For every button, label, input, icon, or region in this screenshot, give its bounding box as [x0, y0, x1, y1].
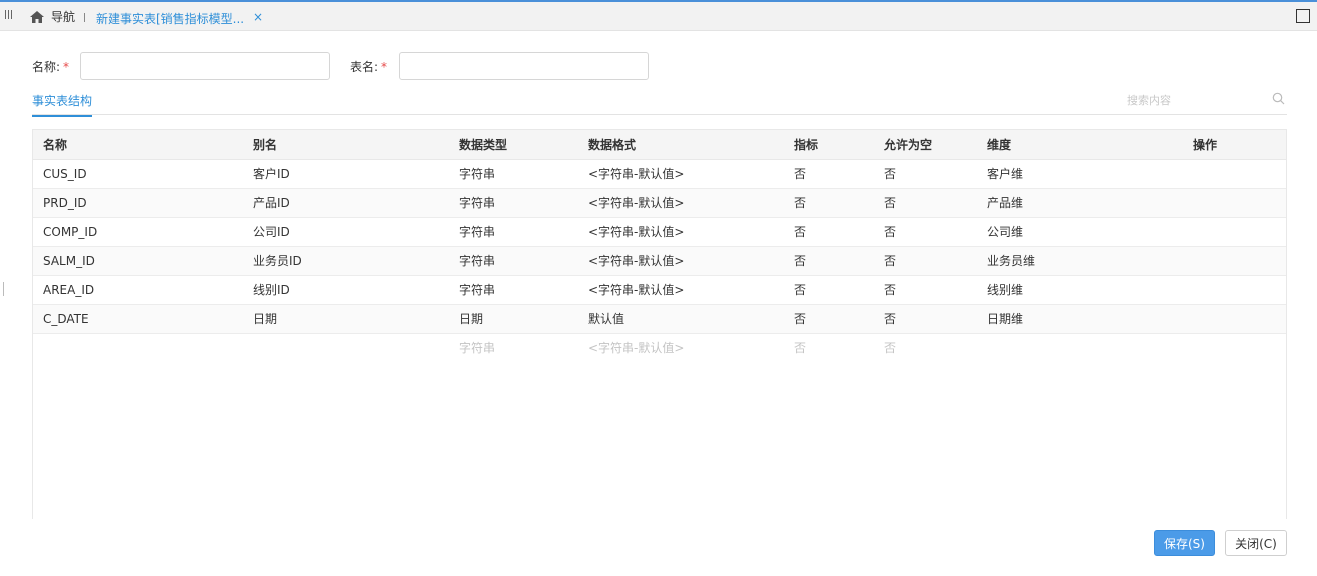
table-name-field[interactable]	[399, 52, 649, 80]
cell-data-type[interactable]: 字符串	[449, 246, 578, 276]
cell-alias[interactable]: 线别ID	[243, 275, 449, 305]
cell-name[interactable]: AREA_ID	[33, 275, 243, 305]
cell-nullable[interactable]: 否	[874, 246, 977, 276]
cell-data-format[interactable]: <字符串-默认值>	[578, 159, 784, 189]
cell-actions[interactable]	[1183, 333, 1286, 362]
table-row[interactable]: CUS_ID 客户ID 字符串 <字符串-默认值> 否 否 客户维	[33, 159, 1286, 189]
cell-nullable[interactable]: 否	[874, 275, 977, 305]
cell-alias[interactable]: 产品ID	[243, 188, 449, 218]
cell-data-type[interactable]: 字符串	[449, 217, 578, 247]
cell-name[interactable]: CUS_ID	[33, 159, 243, 189]
search-box	[1127, 90, 1287, 110]
tabs-row: 事实表结构	[32, 90, 1287, 117]
cell-actions[interactable]	[1183, 188, 1286, 218]
cell-actions[interactable]	[1183, 217, 1286, 247]
menu-icon[interactable]	[5, 10, 15, 22]
column-header: 维度	[977, 130, 1183, 160]
cell-indicator[interactable]: 否	[784, 275, 874, 305]
required-mark: *	[63, 60, 70, 74]
tab-fact-table-structure[interactable]: 事实表结构	[32, 92, 93, 117]
cell-nullable[interactable]: 否	[874, 304, 977, 334]
table-row[interactable]: SALM_ID 业务员ID 字符串 <字符串-默认值> 否 否 业务员维	[33, 246, 1286, 276]
cell-dimension[interactable]: 公司维	[977, 217, 1183, 247]
tab-separator	[84, 13, 85, 22]
column-header: 名称	[33, 130, 243, 160]
search-icon[interactable]	[1272, 92, 1285, 105]
close-button[interactable]: 关闭(C)	[1225, 530, 1287, 556]
cell-name[interactable]: PRD_ID	[33, 188, 243, 218]
cell-name[interactable]: C_DATE	[33, 304, 243, 334]
cell-alias[interactable]: 公司ID	[243, 217, 449, 247]
cell-actions[interactable]	[1183, 275, 1286, 305]
cell-data-type[interactable]: 字符串	[449, 188, 578, 218]
table-row[interactable]: COMP_ID 公司ID 字符串 <字符串-默认值> 否 否 公司维	[33, 217, 1286, 247]
cell-data-type[interactable]: 字符串	[449, 333, 578, 362]
table-row[interactable]: AREA_ID 线别ID 字符串 <字符串-默认值> 否 否 线别维	[33, 275, 1286, 305]
column-header: 操作	[1183, 130, 1286, 160]
cell-actions[interactable]	[1183, 246, 1286, 276]
cell-data-type[interactable]: 字符串	[449, 159, 578, 189]
cell-dimension[interactable]	[977, 333, 1183, 362]
cell-data-type[interactable]: 字符串	[449, 275, 578, 305]
cell-name[interactable]	[33, 333, 243, 362]
tab-new-fact-table[interactable]: 新建事实表[销售指标模型...	[96, 10, 244, 27]
home-tab[interactable]: 导航	[29, 8, 75, 25]
cell-alias[interactable]: 业务员ID	[243, 246, 449, 276]
cell-name[interactable]: SALM_ID	[33, 246, 243, 276]
cell-nullable[interactable]: 否	[874, 188, 977, 218]
cell-alias[interactable]: 日期	[243, 304, 449, 334]
cell-nullable[interactable]: 否	[874, 217, 977, 247]
column-header: 数据格式	[578, 130, 784, 160]
resize-handle[interactable]	[3, 282, 5, 296]
table-name-label: 表名: *	[350, 60, 388, 74]
maximize-icon[interactable]	[1296, 9, 1310, 23]
home-label: 导航	[51, 10, 76, 24]
cell-alias[interactable]	[243, 333, 449, 362]
table-row[interactable]: C_DATE 日期 日期 默认值 否 否 日期维	[33, 304, 1286, 334]
home-icon	[30, 10, 44, 23]
cell-data-type[interactable]: 日期	[449, 304, 578, 334]
table-header: 名称 别名 数据类型 数据格式 指标 允许为空 维度 操作	[33, 130, 1286, 160]
cell-nullable[interactable]: 否	[874, 333, 977, 362]
fact-table-grid: 名称 别名 数据类型 数据格式 指标 允许为空 维度 操作 CUS_ID 客户I…	[32, 129, 1287, 519]
cell-name[interactable]: COMP_ID	[33, 217, 243, 247]
cell-nullable[interactable]: 否	[874, 159, 977, 189]
cell-actions[interactable]	[1183, 304, 1286, 334]
top-tab-bar: 导航 新建事实表[销售指标模型... ×	[0, 0, 1317, 31]
cell-dimension[interactable]: 客户维	[977, 159, 1183, 189]
cell-dimension[interactable]: 产品维	[977, 188, 1183, 218]
name-label: 名称: *	[32, 60, 70, 74]
cell-data-format[interactable]: <字符串-默认值>	[578, 188, 784, 218]
column-header: 别名	[243, 130, 449, 160]
column-header: 数据类型	[449, 130, 578, 160]
cell-indicator[interactable]: 否	[784, 188, 874, 218]
form-row: 名称: * 表名: *	[0, 52, 700, 80]
cell-indicator[interactable]: 否	[784, 304, 874, 334]
close-tab-icon[interactable]: ×	[253, 10, 263, 24]
cell-data-format[interactable]: <字符串-默认值>	[578, 246, 784, 276]
new-row-placeholder[interactable]: 字符串 <字符串-默认值> 否 否	[33, 333, 1286, 362]
save-button[interactable]: 保存(S)	[1154, 530, 1215, 556]
cell-indicator[interactable]: 否	[784, 159, 874, 189]
cell-data-format[interactable]: 默认值	[578, 304, 784, 334]
search-input[interactable]	[1127, 90, 1267, 110]
cell-dimension[interactable]: 线别维	[977, 275, 1183, 305]
cell-dimension[interactable]: 业务员维	[977, 246, 1183, 276]
column-header: 指标	[784, 130, 874, 160]
name-field[interactable]	[80, 52, 330, 80]
cell-indicator[interactable]: 否	[784, 333, 874, 362]
column-header: 允许为空	[874, 130, 977, 160]
cell-indicator[interactable]: 否	[784, 217, 874, 247]
cell-actions[interactable]	[1183, 159, 1286, 189]
cell-data-format[interactable]: <字符串-默认值>	[578, 217, 784, 247]
required-mark: *	[381, 60, 388, 74]
cell-dimension[interactable]: 日期维	[977, 304, 1183, 334]
cell-alias[interactable]: 客户ID	[243, 159, 449, 189]
cell-data-format[interactable]: <字符串-默认值>	[578, 275, 784, 305]
cell-indicator[interactable]: 否	[784, 246, 874, 276]
table-row[interactable]: PRD_ID 产品ID 字符串 <字符串-默认值> 否 否 产品维	[33, 188, 1286, 218]
cell-data-format[interactable]: <字符串-默认值>	[578, 333, 784, 362]
